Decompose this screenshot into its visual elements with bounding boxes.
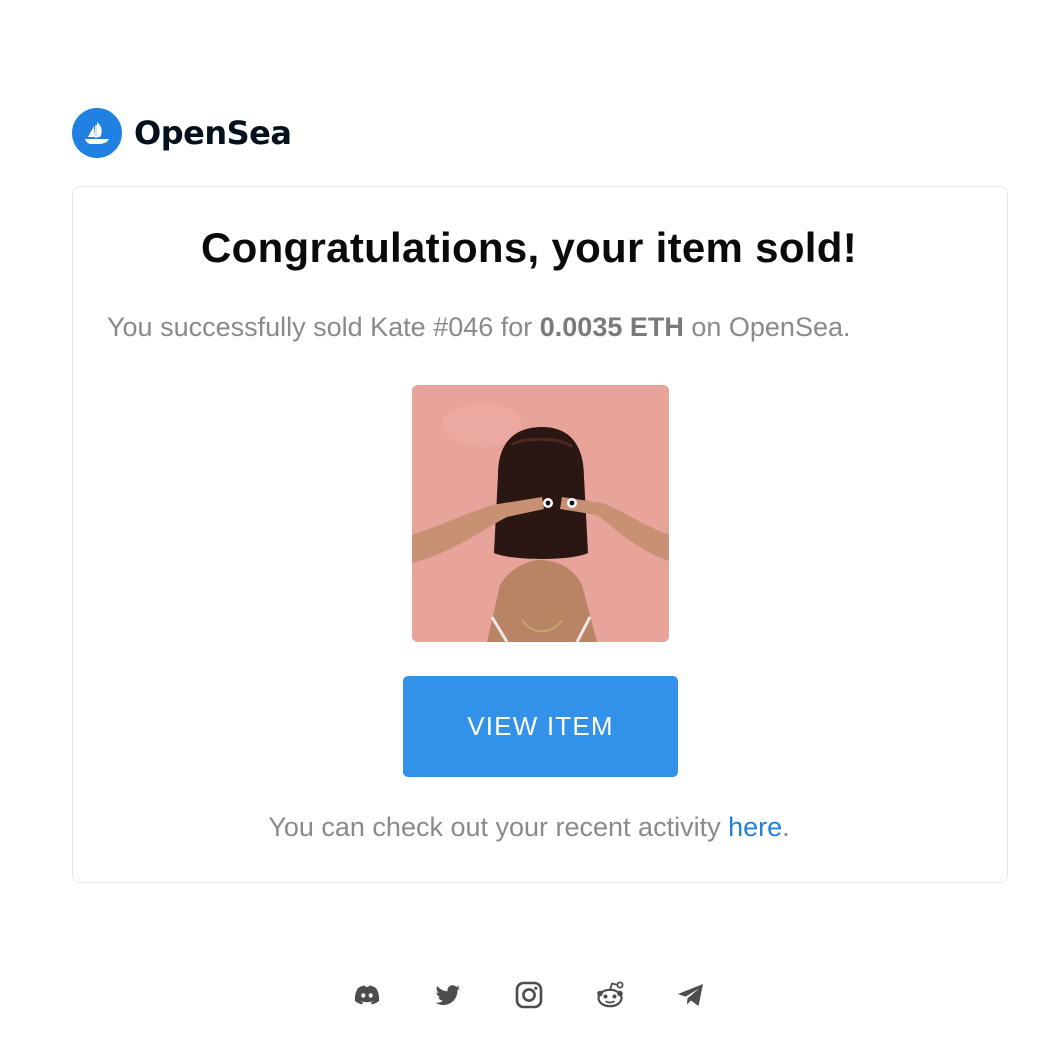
item-image[interactable] xyxy=(412,385,669,642)
opensea-ship-icon xyxy=(72,108,122,158)
brand-name: OpenSea xyxy=(134,114,292,152)
telegram-icon[interactable] xyxy=(674,978,708,1012)
summary-prefix: You successfully sold Kate #046 for xyxy=(107,312,540,342)
sale-price: 0.0035 ETH xyxy=(539,312,684,342)
sale-summary: You successfully sold Kate #046 for 0.00… xyxy=(107,312,851,343)
activity-suffix: . xyxy=(782,812,790,842)
page-title: Congratulations, your item sold! xyxy=(201,224,857,271)
summary-suffix: on OpenSea. xyxy=(683,312,851,342)
activity-link[interactable]: here xyxy=(728,812,782,842)
social-links xyxy=(0,978,1058,1012)
activity-prefix: You can check out your recent activity xyxy=(268,812,729,842)
instagram-icon[interactable] xyxy=(512,978,546,1012)
activity-note: You can check out your recent activity h… xyxy=(0,812,1058,843)
reddit-icon[interactable] xyxy=(593,978,627,1012)
discord-icon[interactable] xyxy=(350,978,384,1012)
twitter-icon[interactable] xyxy=(431,978,465,1012)
view-item-button[interactable]: VIEW ITEM xyxy=(403,676,678,777)
brand-header[interactable]: OpenSea xyxy=(72,108,292,158)
